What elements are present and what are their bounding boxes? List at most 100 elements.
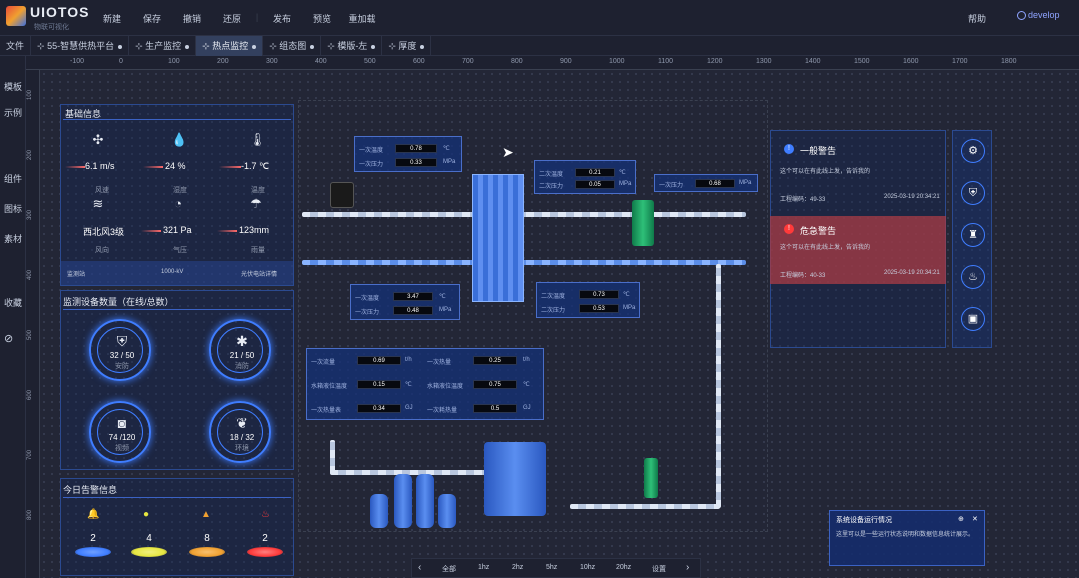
pump-icon[interactable]: ⚙ xyxy=(961,139,985,163)
tab-hotspot[interactable]: ⊹ 热点监控 xyxy=(196,36,264,56)
ruler-tick-label: 300 xyxy=(266,58,278,65)
tool-template[interactable]: 模板 xyxy=(4,80,22,93)
tab-thickness[interactable]: ⊹ 厚度 xyxy=(382,36,432,56)
row-value: 0.69 xyxy=(357,356,401,365)
speed-all[interactable]: 全部 xyxy=(442,564,456,574)
main-menu: 新建 保存 撤销 还原 | 发布 预览 重加载 xyxy=(92,12,382,25)
close-icon[interactable] xyxy=(420,44,425,49)
mouse-cursor-icon: ➤ xyxy=(502,144,514,160)
data-box-2: 二次温度 0.21 ℃ 二次压力 0.05 MPa xyxy=(534,160,636,194)
menu-redo[interactable]: 还原 xyxy=(212,12,252,25)
heat-exchanger[interactable] xyxy=(472,174,524,302)
temperature-value: -1.7 ℃ xyxy=(241,161,270,171)
user-menu[interactable]: develop xyxy=(1017,10,1060,21)
arrow-decoration xyxy=(143,166,163,168)
alarm-count: 2 xyxy=(262,533,268,544)
menu-publish[interactable]: 发布 xyxy=(262,12,302,25)
data-box-6: 一次流量 0.69 t/h 一次热量 0.25 t/h 水箱液位温度 0.15 … xyxy=(306,348,544,420)
arrow-decoration xyxy=(217,230,237,232)
arrow-decoration xyxy=(65,166,85,168)
row-label: 二次压力 xyxy=(539,184,564,190)
tab-platform[interactable]: ⊹ 55-智慧供热平台 xyxy=(31,36,130,56)
environment-ring[interactable]: ❦ 18 / 32 环境 xyxy=(209,401,271,463)
row-value: 0.33 xyxy=(395,158,437,167)
top-bar: UIOTOS 物联可视化 新建 保存 撤销 还原 | 发布 预览 重加载 帮助 … xyxy=(0,0,1079,36)
leaf-icon: ❦ xyxy=(236,415,248,431)
tool-favorite[interactable]: 收藏 xyxy=(4,296,22,309)
pin-icon[interactable]: ⊕ xyxy=(958,515,964,523)
tool-asset[interactable]: 素材 xyxy=(4,232,22,245)
notice-title: 危急警告 xyxy=(800,226,837,236)
shield-icon[interactable]: ⛨ xyxy=(961,181,985,205)
water-tank[interactable] xyxy=(484,442,546,516)
humidity-label: 湿度 xyxy=(173,187,187,194)
alarm-info[interactable]: 2 xyxy=(73,533,113,565)
notice-general[interactable]: ! 一般警告 这个可以在有此线上发，告诉我的 工程编码：49-33 2025-0… xyxy=(770,136,946,210)
tab-template-left[interactable]: ⊹ 模版-左 xyxy=(321,36,383,56)
tab-diagram[interactable]: ⊹ 组态图 xyxy=(263,36,322,56)
basic-info-panel: 基础信息 ✣ 6.1 m/s 风速 💧 24 % 湿度 🌡 -1.7 ℃ 温度 … xyxy=(60,104,294,286)
speed-5hz[interactable]: 5hz xyxy=(546,564,557,571)
notice-critical[interactable]: ! 危急警告 这个可以在有此线上发，告诉我的 工程编码：40-33 2025-0… xyxy=(770,216,946,284)
fire-ring[interactable]: ✱ 21 / 50 消防 xyxy=(209,319,271,381)
tower-icon[interactable]: ♜ xyxy=(961,223,985,247)
tank-small-4[interactable] xyxy=(438,494,456,528)
data-box-3: 一次压力 0.68 MPa xyxy=(654,174,758,192)
speed-settings[interactable]: 设置 xyxy=(652,564,666,574)
ruler-tick-label: 500 xyxy=(364,58,376,65)
close-icon[interactable] xyxy=(118,44,123,49)
menu-preview[interactable]: 预览 xyxy=(302,12,342,25)
close-icon[interactable] xyxy=(185,44,190,49)
security-ring[interactable]: ⛨ 32 / 50 安防 xyxy=(89,319,151,381)
tank-small-3[interactable] xyxy=(416,474,434,528)
data-box-4: 一次温度 3.47 ℃ 一次压力 0.48 MPa xyxy=(350,284,460,320)
row-unit: ℃ xyxy=(523,382,530,388)
row-value: 0.25 xyxy=(473,356,517,365)
data-box-1: 一次温度 0.78 ℃ 一次压力 0.33 MPa xyxy=(354,136,462,172)
row-label: 一次温度 xyxy=(359,148,384,154)
tool-example[interactable]: 示例 xyxy=(4,106,22,119)
menu-undo[interactable]: 撤销 xyxy=(172,12,212,25)
chevron-left-icon[interactable]: ‹ xyxy=(418,562,421,573)
alarm-critical[interactable]: 2 xyxy=(245,533,285,565)
ruler-tick-label: 1200 xyxy=(707,58,723,65)
pump-bottom[interactable] xyxy=(644,458,658,498)
speed-1hz[interactable]: 1hz xyxy=(478,564,489,571)
tool-component[interactable]: 组件 xyxy=(4,172,22,185)
close-icon[interactable] xyxy=(252,44,257,49)
menu-reload[interactable]: 重加载 xyxy=(342,12,382,25)
speed-20hz[interactable]: 20hz xyxy=(616,564,631,571)
close-icon[interactable] xyxy=(371,44,376,49)
alarm-count: 4 xyxy=(146,533,152,544)
tab-production[interactable]: ⊹ 生产监控 xyxy=(129,36,197,56)
pipe-middle xyxy=(302,260,746,265)
tab-bar: 文件 ⊹ 55-智慧供热平台 ⊹ 生产监控 ⊹ 热点监控 ⊹ 组态图 ⊹ 模版-… xyxy=(0,36,1079,56)
video-ring[interactable]: ◙ 74 /120 视频 xyxy=(89,401,151,463)
help-link[interactable]: 帮助 xyxy=(968,12,986,25)
close-icon[interactable]: ✕ xyxy=(972,515,978,523)
tank-small-2[interactable] xyxy=(394,474,412,528)
tank-small-1[interactable] xyxy=(370,494,388,528)
ruler-tick-label: 600 xyxy=(27,389,33,400)
ruler-tick-label: -100 xyxy=(70,58,85,65)
speed-10hz[interactable]: 10hz xyxy=(580,564,595,571)
chevron-right-icon[interactable]: › xyxy=(686,562,689,573)
alarm-notice[interactable]: 4 xyxy=(129,533,169,565)
monitor-icon[interactable]: ▣ xyxy=(961,307,985,331)
valve-left[interactable] xyxy=(330,182,354,208)
arrow-decoration xyxy=(219,166,241,168)
pump-top[interactable] xyxy=(632,200,654,246)
fire-icon[interactable]: ♨ xyxy=(961,265,985,289)
tab-file[interactable]: 文件 xyxy=(0,36,32,56)
ruler-tick-label: 1000 xyxy=(609,58,625,65)
close-icon[interactable] xyxy=(310,44,315,49)
footer-detail-link[interactable]: 光伏电站详情 xyxy=(241,269,277,278)
row-unit: GJ xyxy=(405,405,413,411)
speed-2hz[interactable]: 2hz xyxy=(512,564,523,571)
help-icon[interactable]: ⊘ xyxy=(4,332,13,345)
menu-save[interactable]: 保存 xyxy=(132,12,172,25)
menu-new[interactable]: 新建 xyxy=(92,12,132,25)
row-label: 一次流量 xyxy=(311,360,336,366)
tool-icon[interactable]: 图标 xyxy=(4,202,22,215)
alarm-warning[interactable]: 8 xyxy=(187,533,227,565)
